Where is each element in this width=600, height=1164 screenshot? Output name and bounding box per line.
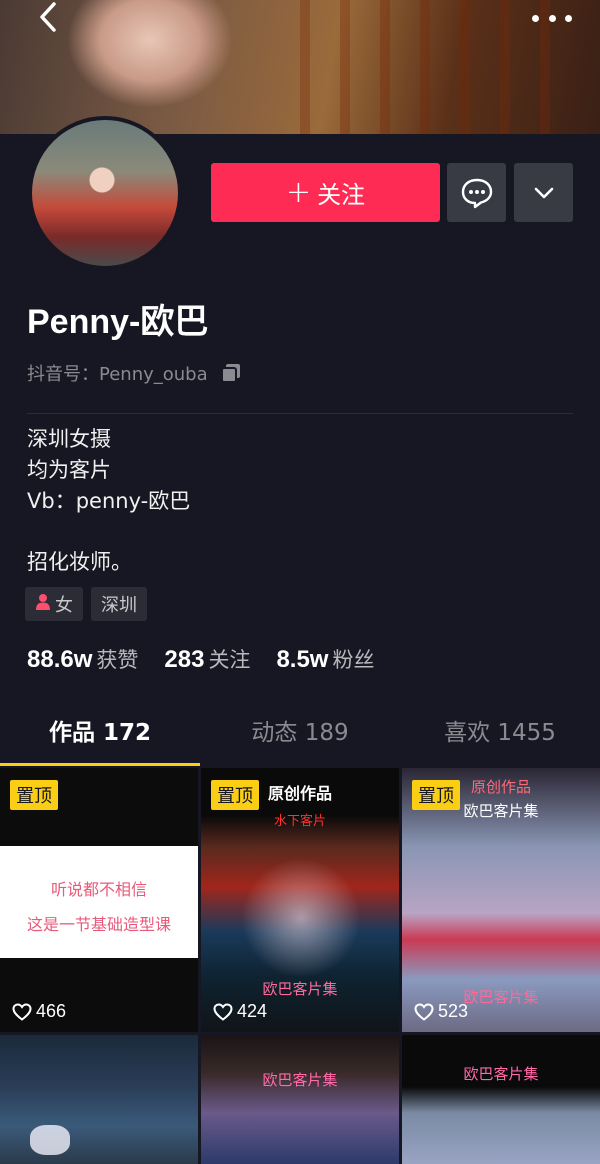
profile-tags: 女 深圳: [25, 587, 147, 621]
location-tag: 深圳: [91, 587, 147, 621]
profile-name: Penny-欧巴: [27, 303, 209, 341]
female-icon: [35, 593, 51, 615]
tab-works[interactable]: 作品 172: [0, 700, 200, 766]
douyin-id: 抖音号：Penny_ouba: [27, 360, 242, 386]
likes-stat: 88.6w 获赞: [27, 644, 138, 674]
like-count: 424: [213, 1001, 267, 1022]
bio-line: 深圳女摄: [27, 427, 111, 451]
tab-moments[interactable]: 动态 189: [200, 700, 400, 766]
like-count-text: 424: [237, 1001, 268, 1021]
like-count: 466: [12, 1001, 66, 1022]
follow-button[interactable]: + 关注: [211, 163, 440, 222]
bio-line: 招化妆师。: [27, 550, 132, 574]
video-thumbnail[interactable]: 置顶 原创作品 水下客片 欧巴客片集 424: [201, 768, 399, 1032]
video-thumbnail[interactable]: [0, 1035, 198, 1164]
bio-line: Vb：penny-欧巴: [27, 489, 191, 513]
video-grid: 置顶 听说都不相信 这是一节基础造型课 466 置顶 原创作品 水下客片 欧巴客…: [0, 768, 600, 1164]
plus-icon: +: [285, 175, 312, 210]
tab-likes[interactable]: 喜欢 1455: [400, 700, 600, 766]
followers-count: 8.5w: [276, 646, 329, 673]
video-thumbnail[interactable]: 置顶 原创作品 欧巴客片集 欧巴客片集 523: [402, 768, 600, 1032]
gender-tag: 女: [25, 587, 83, 621]
thumbnail-caption: 听说都不相信: [50, 880, 147, 899]
profile-stats: 88.6w 获赞 283 关注 8.5w 粉丝: [27, 644, 400, 674]
followers-stat[interactable]: 8.5w 粉丝: [276, 644, 374, 674]
douyin-id-text: 抖音号：Penny_ouba: [27, 364, 208, 385]
back-button[interactable]: [36, 0, 76, 40]
thumbnail-caption: 水下客片: [273, 814, 326, 829]
profile-cover: [0, 0, 600, 134]
pinned-badge: 置顶: [10, 780, 58, 810]
video-thumbnail[interactable]: 欧巴客片集: [201, 1035, 399, 1164]
like-count-text: 466: [36, 1001, 67, 1021]
content-tabs: 作品 172 动态 189 喜欢 1455: [0, 700, 600, 766]
thumbnail-caption: 欧巴客片集: [262, 980, 338, 998]
like-count: 523: [414, 1001, 468, 1022]
video-thumbnail[interactable]: 欧巴客片集: [402, 1035, 600, 1164]
divider: [27, 413, 573, 414]
avatar[interactable]: [28, 116, 182, 270]
like-count-text: 523: [438, 1001, 469, 1021]
chevron-down-icon: [534, 187, 553, 198]
follow-label: 关注: [317, 181, 366, 209]
message-button[interactable]: [447, 163, 506, 222]
pinned-badge: 置顶: [211, 780, 259, 810]
following-label: 关注: [208, 648, 251, 672]
thumbnail-caption: 欧巴客片集: [262, 1071, 338, 1089]
followers-label: 粉丝: [332, 648, 375, 672]
thumbnail-caption: 欧巴客片集: [463, 1065, 539, 1083]
following-stat[interactable]: 283 关注: [164, 644, 250, 674]
heart-icon: [213, 1002, 233, 1021]
location-label: 深圳: [101, 595, 137, 616]
bio-line: 均为客片: [27, 458, 111, 482]
likes-count: 88.6w: [27, 646, 93, 673]
ellipsis-icon: [532, 14, 539, 22]
heart-icon: [12, 1002, 32, 1021]
chat-bubble-icon: [461, 178, 492, 208]
thumbnail-caption: 这是一节基础造型课: [26, 915, 171, 934]
likes-label: 获赞: [96, 648, 139, 672]
recommend-dropdown-button[interactable]: [514, 163, 573, 222]
copy-icon[interactable]: [220, 362, 242, 384]
heart-icon: [414, 1002, 434, 1021]
video-thumbnail[interactable]: 置顶 听说都不相信 这是一节基础造型课 466: [0, 768, 198, 1032]
more-options-button[interactable]: [532, 4, 572, 32]
pinned-badge: 置顶: [412, 780, 460, 810]
following-count: 283: [164, 646, 205, 673]
chevron-left-icon: [40, 2, 56, 32]
profile-bio: 深圳女摄 均为客片 Vb：penny-欧巴 招化妆师。: [27, 424, 190, 578]
gender-label: 女: [55, 595, 73, 616]
